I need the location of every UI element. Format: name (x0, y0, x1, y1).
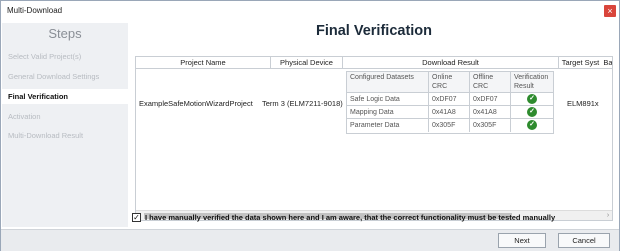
online-crc-cell: 0x41A8 (429, 106, 470, 119)
dataset-cell: Parameter Data (347, 119, 429, 132)
step-general-download-settings: General Download Settings (8, 72, 100, 81)
manual-verification-label[interactable]: I have manually verified the data shown … (145, 213, 555, 222)
column-header-ba[interactable]: Ba (602, 57, 612, 69)
dialog-footer: Next Cancel (1, 229, 619, 251)
offline-crc-cell: 0xDF07 (470, 93, 511, 106)
check-circle-icon: ✓ (527, 120, 537, 130)
offline-crc-cell: 0x41A8 (470, 106, 511, 119)
check-circle-icon: ✓ (527, 107, 537, 117)
dataset-cell: Safe Logic Data (347, 93, 429, 106)
steps-title: Steps (48, 26, 82, 41)
inner-header-offline-crc: Offline CRC (470, 72, 511, 93)
inner-header-online-crc: Online CRC (429, 72, 470, 93)
inner-header-verification-result: Verification Result (511, 72, 553, 93)
physical-device-cell: Term 3 (ELM7211-9018) (262, 99, 343, 108)
step-activation: Activation (8, 112, 41, 121)
download-result-table: Configured Datasets Online CRC Offline C… (346, 71, 554, 134)
cancel-button[interactable]: Cancel (558, 233, 610, 248)
dataset-cell: Mapping Data (347, 106, 429, 119)
step-multi-download-result: Multi-Download Result (8, 131, 84, 140)
column-header-download-result[interactable]: Download Result (343, 57, 559, 69)
close-button[interactable]: × (604, 5, 616, 17)
steps-sidebar: Steps Select Valid Project(s) General Do… (2, 23, 128, 227)
inner-header-configured-datasets: Configured Datasets (347, 72, 429, 93)
target-system-cell: ELM891x (567, 99, 599, 108)
column-header-target-system[interactable]: Target Syst (559, 57, 602, 69)
online-crc-cell: 0xDF07 (429, 93, 470, 106)
online-crc-cell: 0x305F (429, 119, 470, 132)
verification-result-cell: ✓ (511, 119, 553, 132)
title-bar: Multi-Download × (1, 1, 619, 23)
manual-verification-checkbox[interactable]: ✓ (132, 213, 141, 222)
main-panel: Final Verification Project Name Physical… (129, 23, 619, 227)
column-header-project-name[interactable]: Project Name (136, 57, 271, 69)
check-circle-icon: ✓ (527, 94, 537, 104)
step-final-verification: Final Verification (2, 89, 128, 104)
manual-verification-confirm[interactable]: ✓ I have manually verified the data show… (132, 212, 612, 224)
verification-result-cell: ✓ (511, 93, 553, 106)
column-header-physical-device[interactable]: Physical Device (271, 57, 343, 69)
verification-result-cell: ✓ (511, 106, 553, 119)
next-button[interactable]: Next (498, 233, 546, 248)
window-title: Multi-Download (7, 6, 63, 15)
offline-crc-cell: 0x305F (470, 119, 511, 132)
multi-download-dialog: Multi-Download × Steps Select Valid Proj… (0, 0, 620, 251)
step-select-valid-projects: Select Valid Project(s) (8, 52, 82, 61)
page-title: Final Verification (315, 23, 433, 39)
project-name-cell: ExampleSafeMotionWizardProject (139, 99, 253, 108)
device-grid[interactable]: Project Name Physical Device Download Re… (135, 56, 613, 221)
